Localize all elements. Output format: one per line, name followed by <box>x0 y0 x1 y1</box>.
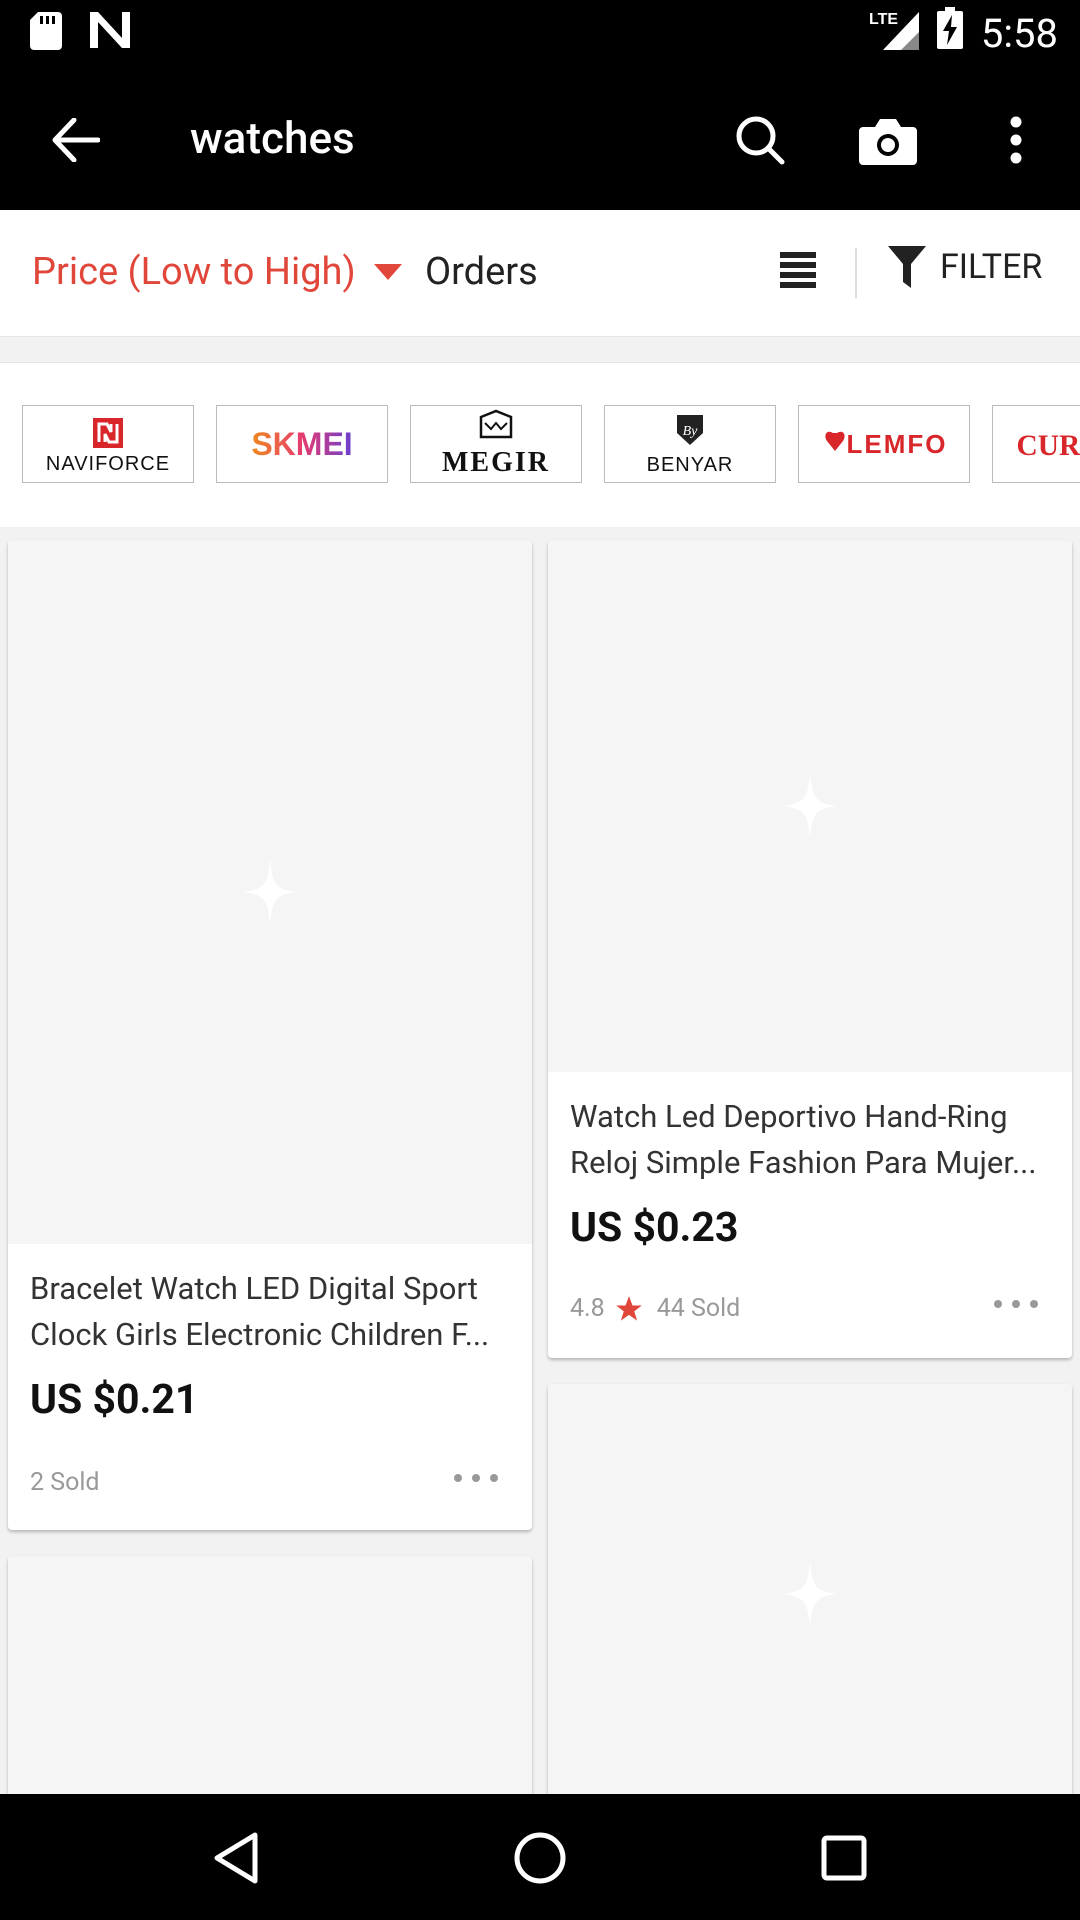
dot <box>454 1474 462 1482</box>
more-options-button[interactable] <box>994 1294 1038 1314</box>
brand-strip: NAVIFORCE SKMEI MEGIR By BENYAR LEMFO CU… <box>0 362 1080 527</box>
benyar-logo: By BENYAR <box>647 415 734 476</box>
brand-benyar[interactable]: By BENYAR <box>604 405 776 483</box>
product-title-line: Reloj Simple Fashion Para Mujer... <box>570 1144 1037 1181</box>
brand-logo-text: NAVIFORCE <box>46 453 170 475</box>
more-vert-icon <box>1010 116 1022 164</box>
product-card[interactable] <box>8 1556 532 1816</box>
status-time: 5:58 <box>980 9 1058 57</box>
product-card[interactable]: Bracelet Watch LED Digital Sport Clock G… <box>8 540 532 1530</box>
divider <box>855 248 857 298</box>
sparkle-icon <box>782 772 838 840</box>
nav-recents-button[interactable] <box>804 1822 884 1894</box>
home-circle-icon <box>514 1832 566 1884</box>
filter-icon <box>888 246 926 288</box>
search-icon <box>736 116 785 165</box>
brand-lemfo[interactable]: LEMFO <box>798 405 970 483</box>
recents-square-icon <box>821 1835 867 1881</box>
svg-text:By: By <box>683 424 699 439</box>
product-image-placeholder[interactable] <box>548 540 1072 1072</box>
camera-button[interactable] <box>848 100 928 180</box>
brand-logo-text: BENYAR <box>647 454 734 476</box>
product-title[interactable]: Bracelet Watch LED Digital Sport Clock G… <box>30 1266 510 1358</box>
dot <box>490 1474 498 1482</box>
search-button[interactable] <box>720 100 800 180</box>
product-title-line: Bracelet Watch LED Digital Sport <box>30 1270 478 1307</box>
sold-count: 2 Sold <box>30 1468 100 1497</box>
megir-logo: MEGIR <box>442 409 550 478</box>
back-triangle-icon <box>214 1832 258 1884</box>
network-label: LTE <box>869 11 898 28</box>
product-meta: 4.8 44 Sold <box>570 1294 740 1323</box>
product-price: US $0.21 <box>30 1376 199 1424</box>
product-meta: 2 Sold <box>30 1468 100 1497</box>
brand-logo-text: SKMEI <box>251 426 352 462</box>
product-card[interactable]: Watch Led Deportivo Hand-Ring Reloj Simp… <box>548 540 1072 1358</box>
list-view-toggle[interactable] <box>780 252 816 292</box>
back-arrow-icon <box>52 118 100 162</box>
product-image-placeholder[interactable] <box>8 540 532 1244</box>
product-title-line: Clock Girls Electronic Children F... <box>30 1316 490 1353</box>
filter-label: FILTER <box>940 247 1043 287</box>
brand-curren[interactable]: CUR <box>992 405 1080 483</box>
sparkle-icon <box>782 1560 838 1628</box>
back-button[interactable] <box>40 104 112 176</box>
sparkle-icon <box>242 858 298 926</box>
sort-orders-tab[interactable]: Orders <box>425 250 538 294</box>
product-card[interactable] <box>548 1384 1072 1816</box>
n-notification-icon <box>90 12 130 54</box>
product-title-line: Watch Led Deportivo Hand-Ring <box>570 1098 1008 1135</box>
dot <box>1030 1300 1038 1308</box>
list-view-icon <box>780 252 816 288</box>
product-image-placeholder[interactable] <box>548 1384 1072 1816</box>
app-bar: watches <box>0 64 1080 210</box>
naviforce-logo: NAVIFORCE <box>46 418 170 475</box>
sort-bar: Price (Low to High) Orders FILTER <box>0 210 1080 337</box>
system-nav-bar <box>0 1794 1080 1920</box>
curren-logo: CUR <box>1017 430 1080 462</box>
camera-icon <box>859 119 917 165</box>
dot <box>1012 1300 1020 1308</box>
nav-back-button[interactable] <box>196 1822 276 1894</box>
status-bar: LTE 5:58 <box>0 0 1080 64</box>
sort-price-dropdown[interactable]: Price (Low to High) <box>32 250 402 294</box>
product-title[interactable]: Watch Led Deportivo Hand-Ring Reloj Simp… <box>570 1094 1050 1186</box>
brand-logo-text: MEGIR <box>442 447 550 478</box>
sold-count: 44 Sold <box>656 1294 741 1323</box>
dot <box>472 1474 480 1482</box>
more-options-button[interactable] <box>454 1468 498 1488</box>
battery-charging-icon <box>936 7 963 59</box>
more-options-button[interactable] <box>976 100 1056 180</box>
sd-card-icon <box>30 12 62 54</box>
lemfo-logo: LEMFO <box>825 429 948 459</box>
product-price: US $0.23 <box>570 1204 739 1252</box>
skmei-logo: SKMEI <box>251 426 352 462</box>
product-image-placeholder[interactable] <box>8 1556 532 1816</box>
star-icon <box>615 1295 642 1321</box>
page-title: watches <box>190 112 355 164</box>
rating-value: 4.8 <box>570 1294 605 1323</box>
nav-home-button[interactable] <box>500 1822 580 1894</box>
filter-button[interactable]: FILTER <box>888 246 1042 288</box>
brand-logo-text: LEMFO <box>847 429 948 459</box>
dropdown-triangle-icon <box>373 264 402 280</box>
dot <box>994 1300 1002 1308</box>
brand-logo-text: CUR <box>1017 430 1080 462</box>
brand-naviforce[interactable]: NAVIFORCE <box>22 405 194 483</box>
sort-price-label: Price (Low to High) <box>32 250 356 294</box>
brand-megir[interactable]: MEGIR <box>410 405 582 483</box>
brand-skmei[interactable]: SKMEI <box>216 405 388 483</box>
signal-icon: LTE <box>869 6 919 60</box>
